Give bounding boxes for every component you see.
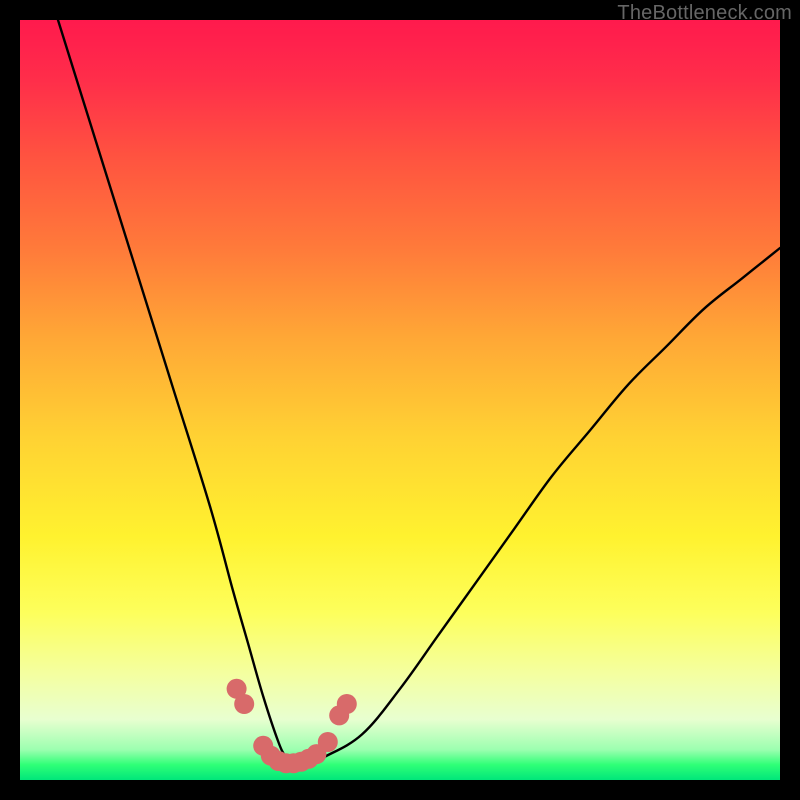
chart-container: TheBottleneck.com: [0, 0, 800, 800]
marker-dot: [318, 732, 338, 752]
marker-dot: [234, 694, 254, 714]
plot-area: [20, 20, 780, 780]
marker-group: [227, 679, 357, 773]
bottleneck-curve: [58, 20, 780, 766]
marker-dot: [337, 694, 357, 714]
chart-svg: [20, 20, 780, 780]
